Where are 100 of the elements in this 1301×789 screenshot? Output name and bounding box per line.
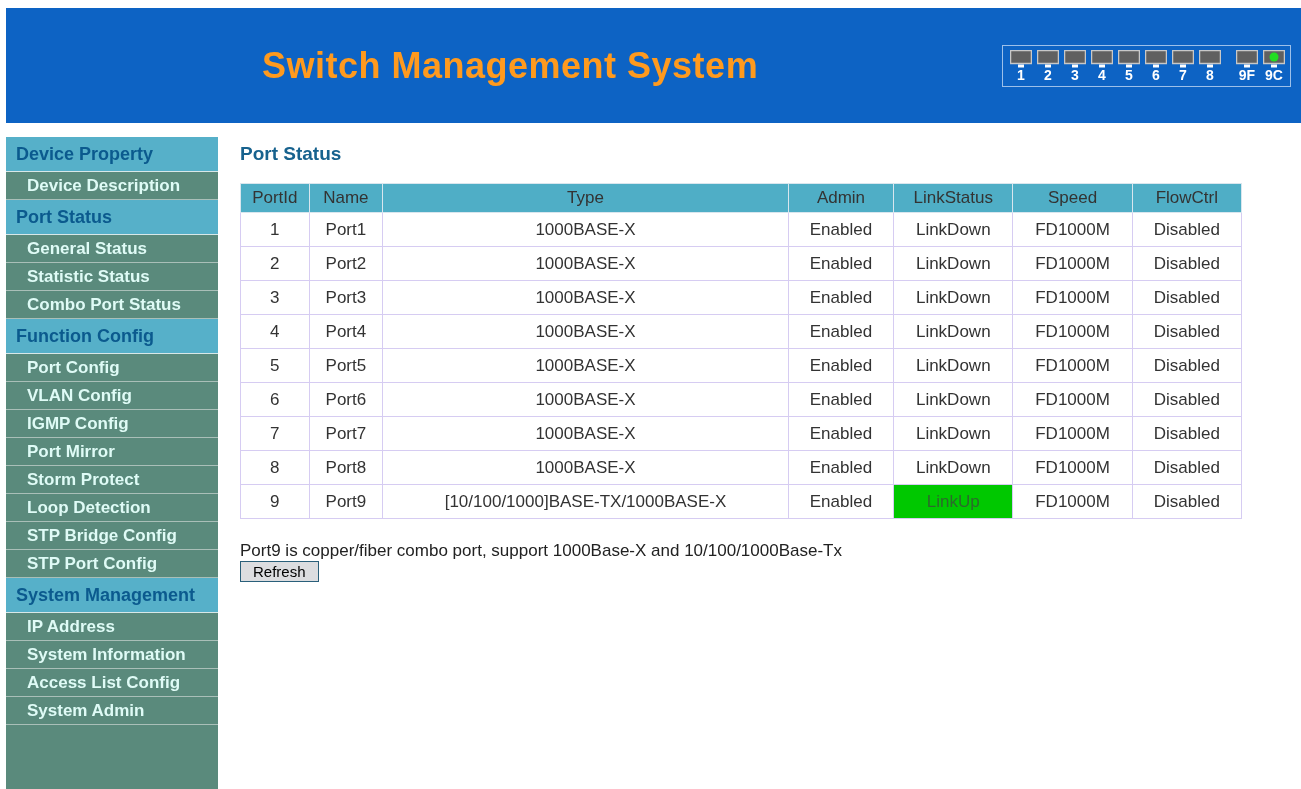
table-cell: Port1 xyxy=(309,212,383,247)
table-cell: Enabled xyxy=(788,382,894,417)
table-cell: 7 xyxy=(240,416,310,451)
link-status-cell: LinkDown xyxy=(893,450,1013,485)
sidebar-item[interactable]: General Status xyxy=(6,235,218,263)
link-status-cell: LinkDown xyxy=(893,382,1013,417)
link-status-cell: LinkDown xyxy=(893,348,1013,383)
table-cell: 9 xyxy=(240,484,310,519)
table-cell: Disabled xyxy=(1132,348,1242,383)
table-cell: FD1000M xyxy=(1012,450,1133,485)
note-text: Port9 is copper/fiber combo port, support 1000Base-X and 10/100/1000Base-Tx xyxy=(240,541,842,561)
table-cell: [10/100/1000]BASE-TX/1000BASE-X xyxy=(382,484,789,519)
table-cell: Enabled xyxy=(788,484,894,519)
app-title: Switch Management System xyxy=(262,44,759,87)
link-status-cell: LinkDown xyxy=(893,416,1013,451)
table-cell: Disabled xyxy=(1132,246,1242,281)
table-cell: Port6 xyxy=(309,382,383,417)
sidebar-item[interactable]: STP Bridge Config xyxy=(6,522,218,550)
table-cell: Port8 xyxy=(309,450,383,485)
table-cell: Disabled xyxy=(1132,382,1242,417)
table-cell: Disabled xyxy=(1132,484,1242,519)
sidebar-item[interactable]: System Information xyxy=(6,641,218,669)
table-cell: 1000BASE-X xyxy=(382,382,789,417)
table-cell: Enabled xyxy=(788,280,894,315)
table-cell: Disabled xyxy=(1132,314,1242,349)
table-cell: Enabled xyxy=(788,212,894,247)
sidebar-item[interactable]: Port Config xyxy=(6,354,218,382)
table-cell: Enabled xyxy=(788,314,894,349)
table-cell: Port7 xyxy=(309,416,383,451)
sidebar-heading[interactable]: System Management xyxy=(6,578,218,613)
sidebar-item[interactable]: Loop Detection xyxy=(6,494,218,522)
table-cell: Disabled xyxy=(1132,450,1242,485)
table-cell: 1000BASE-X xyxy=(382,348,789,383)
column-header: Speed xyxy=(1012,183,1133,213)
link-status-cell: LinkDown xyxy=(893,212,1013,247)
table-cell: FD1000M xyxy=(1012,416,1133,451)
table-cell: 1000BASE-X xyxy=(382,450,789,485)
table-cell: Port4 xyxy=(309,314,383,349)
table-cell: FD1000M xyxy=(1012,382,1133,417)
port-label: 1 xyxy=(1017,67,1025,83)
page-title: Port Status xyxy=(240,143,342,165)
table-cell: Port2 xyxy=(309,246,383,281)
table-cell: FD1000M xyxy=(1012,280,1133,315)
port-label: 3 xyxy=(1071,67,1079,83)
table-cell: 6 xyxy=(240,382,310,417)
sidebar-item[interactable]: Statistic Status xyxy=(6,263,218,291)
table-cell: 1000BASE-X xyxy=(382,246,789,281)
sidebar-item[interactable]: IP Address xyxy=(6,613,218,641)
table-cell: FD1000M xyxy=(1012,348,1133,383)
table-cell: FD1000M xyxy=(1012,314,1133,349)
column-header: Type xyxy=(382,183,789,213)
table-cell: 8 xyxy=(240,450,310,485)
table-cell: Disabled xyxy=(1132,212,1242,247)
port-label: 7 xyxy=(1179,67,1187,83)
table-cell: Enabled xyxy=(788,416,894,451)
table-cell: 1 xyxy=(240,212,310,247)
link-status-cell: LinkDown xyxy=(893,280,1013,315)
sidebar-item[interactable]: System Admin xyxy=(6,697,218,725)
refresh-button[interactable]: Refresh xyxy=(240,561,319,582)
table-cell: Port9 xyxy=(309,484,383,519)
table-cell: 1000BASE-X xyxy=(382,280,789,315)
table-cell: 3 xyxy=(240,280,310,315)
sidebar-item[interactable]: VLAN Config xyxy=(6,382,218,410)
sidebar-item[interactable]: Access List Config xyxy=(6,669,218,697)
port-label: 6 xyxy=(1152,67,1160,83)
column-header: FlowCtrl xyxy=(1132,183,1242,213)
column-header: Name xyxy=(309,183,383,213)
port-label: 8 xyxy=(1206,67,1214,83)
port-label: 5 xyxy=(1125,67,1133,83)
table-cell: 2 xyxy=(240,246,310,281)
port-label: 2 xyxy=(1044,67,1052,83)
table-cell: 1000BASE-X xyxy=(382,314,789,349)
sidebar-item[interactable]: Port Mirror xyxy=(6,438,218,466)
table-cell: 4 xyxy=(240,314,310,349)
link-status-cell: LinkUp xyxy=(893,484,1013,519)
sidebar-item[interactable]: Storm Protect xyxy=(6,466,218,494)
port-label: 9F xyxy=(1238,67,1256,83)
table-cell: FD1000M xyxy=(1012,212,1133,247)
table-cell: 5 xyxy=(240,348,310,383)
table-cell: FD1000M xyxy=(1012,246,1133,281)
column-header: LinkStatus xyxy=(893,183,1013,213)
link-status-cell: LinkDown xyxy=(893,246,1013,281)
table-cell: Enabled xyxy=(788,450,894,485)
column-header: PortId xyxy=(240,183,310,213)
link-status-cell: LinkDown xyxy=(893,314,1013,349)
sidebar-item[interactable]: IGMP Config xyxy=(6,410,218,438)
table-cell: FD1000M xyxy=(1012,484,1133,519)
table-cell: Port3 xyxy=(309,280,383,315)
port-label: 9C xyxy=(1265,67,1283,83)
table-cell: Disabled xyxy=(1132,416,1242,451)
table-cell: Enabled xyxy=(788,348,894,383)
sidebar-heading[interactable]: Port Status xyxy=(6,200,218,235)
port-label: 4 xyxy=(1098,67,1106,83)
column-header: Admin xyxy=(788,183,894,213)
sidebar-heading[interactable]: Function Config xyxy=(6,319,218,354)
table-cell: Port5 xyxy=(309,348,383,383)
sidebar-heading[interactable]: Device Property xyxy=(6,137,218,172)
table-cell: 1000BASE-X xyxy=(382,416,789,451)
table-cell: Disabled xyxy=(1132,280,1242,315)
table-cell: 1000BASE-X xyxy=(382,212,789,247)
